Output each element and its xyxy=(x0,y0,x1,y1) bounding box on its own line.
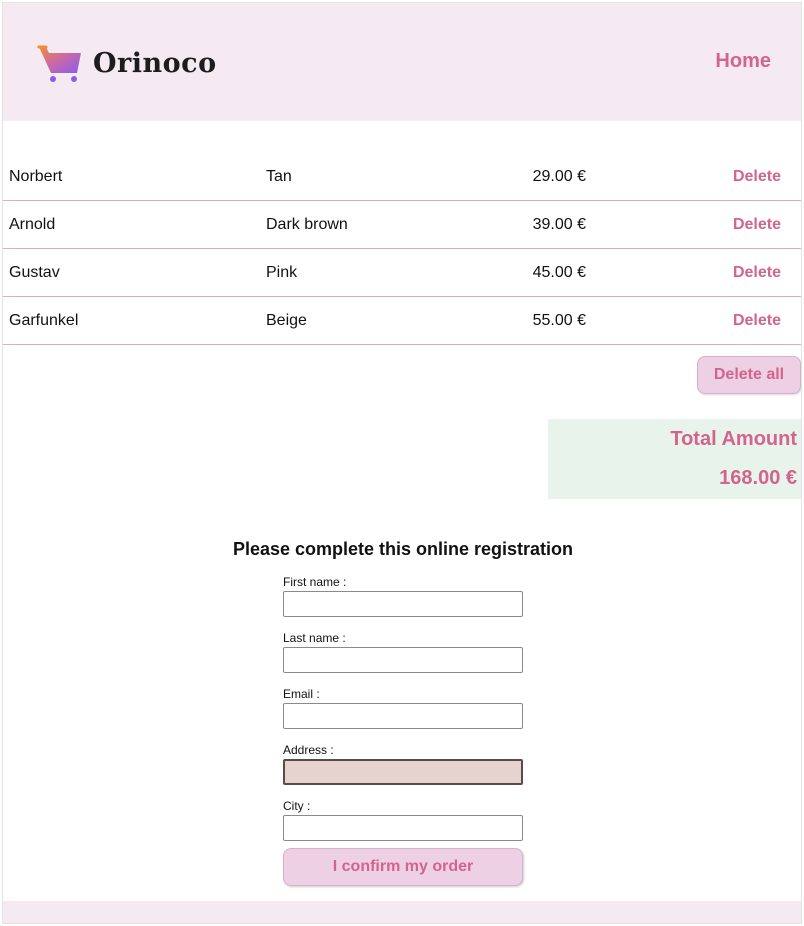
delete-button[interactable]: Delete xyxy=(586,216,801,234)
address-group: Address : xyxy=(283,743,523,785)
item-color: Dark brown xyxy=(266,215,348,233)
site-header: Orinoco Home xyxy=(3,3,801,121)
logo[interactable]: Orinoco xyxy=(37,43,217,83)
registration-form: First name : Last name : Email : Address… xyxy=(283,575,523,855)
form-title: Please complete this online registration xyxy=(232,539,574,559)
city-label: City : xyxy=(283,799,311,813)
brand-name: Orinoco xyxy=(93,47,217,79)
table-row: Norbert Tan 29.00 € Delete xyxy=(3,153,801,201)
item-color: Pink xyxy=(266,263,298,281)
email-field[interactable] xyxy=(283,703,523,729)
delete-button[interactable]: Delete xyxy=(586,264,801,282)
total-label: Total Amount xyxy=(670,428,797,450)
total-amount-box: Total Amount 168.00 € xyxy=(548,419,801,499)
first-name-label: First name : xyxy=(283,575,347,589)
address-field[interactable] xyxy=(283,759,523,785)
table-row: Garfunkel Beige 55.00 € Delete xyxy=(3,297,801,345)
city-group: City : xyxy=(283,799,523,841)
item-name: Norbert xyxy=(9,167,63,185)
first-name-group: First name : xyxy=(283,575,523,617)
page: Orinoco Home Norbert Tan 29.00 € Delete … xyxy=(2,2,802,924)
item-name: Gustav xyxy=(9,263,60,281)
email-label: Email : xyxy=(283,687,320,701)
city-field[interactable] xyxy=(283,815,523,841)
site-footer xyxy=(3,901,801,923)
shopping-cart-icon xyxy=(37,43,85,83)
item-color: Tan xyxy=(266,167,292,185)
table-row: Arnold Dark brown 39.00 € Delete xyxy=(3,201,801,249)
item-price: 29.00 € xyxy=(532,167,586,185)
first-name-field[interactable] xyxy=(283,591,523,617)
item-price: 39.00 € xyxy=(532,215,586,233)
last-name-group: Last name : xyxy=(283,631,523,673)
item-name: Garfunkel xyxy=(9,311,79,329)
item-price: 45.00 € xyxy=(532,263,586,281)
confirm-order-button[interactable]: I confirm my order xyxy=(283,848,523,886)
address-label: Address : xyxy=(283,743,334,757)
last-name-label: Last name : xyxy=(283,631,346,645)
item-color: Beige xyxy=(266,311,307,329)
item-price: 55.00 € xyxy=(532,311,586,329)
table-row: Gustav Pink 45.00 € Delete xyxy=(3,249,801,297)
home-link[interactable]: Home xyxy=(715,50,771,73)
delete-button[interactable]: Delete xyxy=(586,168,801,186)
last-name-field[interactable] xyxy=(283,647,523,673)
email-group: Email : xyxy=(283,687,523,729)
delete-button[interactable]: Delete xyxy=(586,312,801,330)
delete-all-button[interactable]: Delete all xyxy=(697,356,801,394)
total-value: 168.00 € xyxy=(719,467,797,489)
cart-table: Norbert Tan 29.00 € Delete Arnold Dark b… xyxy=(3,153,801,345)
item-name: Arnold xyxy=(9,215,56,233)
